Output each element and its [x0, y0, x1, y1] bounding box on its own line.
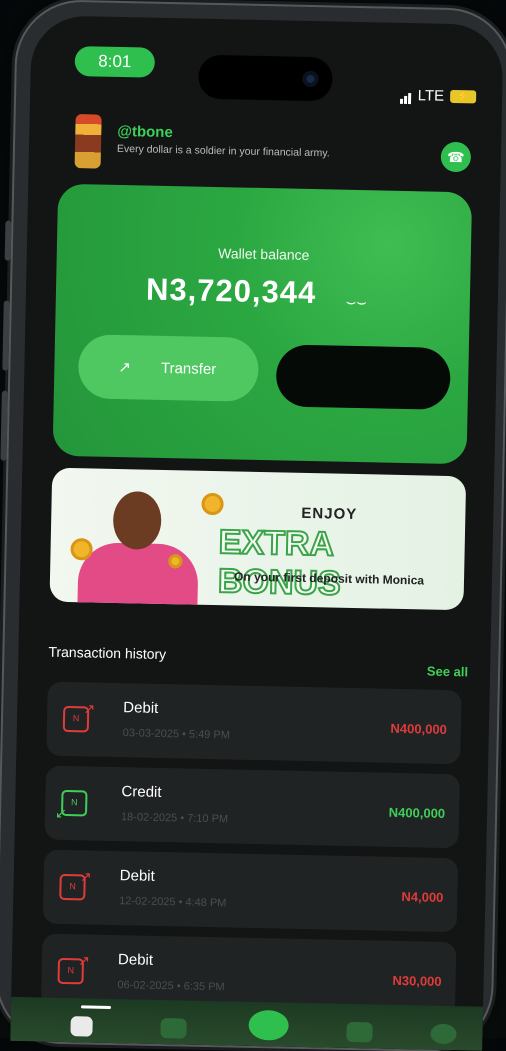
transaction-type: Debit: [123, 699, 159, 717]
transaction-list: N ↗ Debit 03-03-2025 • 5:49 PM N400,000 N…: [40, 681, 462, 1027]
credit-icon: N ↙: [55, 789, 88, 821]
user-handle: @tbone: [117, 122, 173, 142]
wallet-balance-label: Wallet balance: [217, 245, 310, 263]
camera-icon: [302, 70, 319, 88]
home-nav-icon[interactable]: [70, 1016, 93, 1037]
coin-icon: [201, 492, 224, 516]
avatar[interactable]: [74, 114, 102, 169]
side-button: [4, 220, 12, 261]
side-button: [2, 300, 10, 371]
support-headset-icon[interactable]: ☎: [440, 141, 472, 173]
transaction-date: 18-02-2025 • 7:10 PM: [120, 811, 229, 826]
hide-balance-icon[interactable]: ⌣⌣: [346, 294, 367, 312]
signal-icon: [399, 87, 412, 105]
debit-icon: N ↗: [62, 700, 95, 733]
transaction-row[interactable]: N ↗ Debit 12-02-2025 • 4:48 PM N4,000: [42, 849, 459, 933]
promo-enjoy-text: ENJOY: [301, 504, 358, 524]
transaction-row[interactable]: N ↙ Credit 18-02-2025 • 7:10 PM N400,000: [44, 765, 460, 849]
transfer-arrow-icon: ↗: [118, 359, 132, 377]
transaction-amount: N4,000: [401, 889, 444, 905]
redacted-button[interactable]: [275, 344, 451, 410]
transaction-date: 03-03-2025 • 5:49 PM: [122, 727, 231, 742]
transaction-history-title: Transaction history: [48, 643, 167, 663]
profile-nav-icon[interactable]: [430, 1023, 457, 1045]
transaction-type: Debit: [117, 951, 154, 969]
transaction-date: 06-02-2025 • 6:35 PM: [117, 979, 225, 994]
transfer-label: Transfer: [160, 359, 217, 378]
dynamic-island: [198, 54, 333, 102]
wallet-nav-icon[interactable]: [346, 1021, 373, 1043]
user-tagline: Every dollar is a soldier in your financ…: [116, 142, 330, 160]
cards-nav-icon[interactable]: [160, 1018, 187, 1039]
network-label: LTE: [417, 87, 445, 105]
debit-icon: N ↗: [57, 952, 90, 985]
promo-banner[interactable]: ENJOY EXTRA BONUS On your first deposit …: [49, 467, 467, 611]
active-tab-indicator: [80, 1005, 112, 1009]
status-time: 8:01: [74, 46, 156, 78]
transaction-date: 12-02-2025 • 4:48 PM: [119, 895, 227, 910]
promo-title: EXTRA BONUS: [217, 522, 343, 604]
transaction-amount: N400,000: [390, 720, 448, 737]
phone-frame: 8:01 LTE ⚡ @tbone Every dollar is a sold…: [0, 0, 506, 1051]
transaction-amount: N400,000: [388, 804, 446, 821]
transfer-button[interactable]: ↗ Transfer: [77, 334, 260, 402]
battery-icon: ⚡: [450, 89, 477, 104]
bottom-nav: [10, 996, 484, 1051]
see-all-link[interactable]: See all: [427, 664, 469, 680]
transaction-row[interactable]: N ↗ Debit 03-03-2025 • 5:49 PM N400,000: [46, 681, 462, 765]
status-indicators: LTE ⚡: [399, 87, 477, 106]
scan-nav-button[interactable]: [248, 1009, 289, 1041]
transaction-type: Debit: [119, 867, 155, 885]
transaction-type: Credit: [121, 783, 162, 802]
transaction-amount: N30,000: [392, 972, 442, 989]
wallet-card: Wallet balance N3,720,344 ⌣⌣ ↗ Transfer: [52, 183, 473, 465]
side-button: [0, 390, 8, 461]
wallet-balance-amount: N3,720,344: [145, 271, 317, 311]
debit-icon: N ↗: [59, 868, 92, 901]
app-screen: 8:01 LTE ⚡ @tbone Every dollar is a sold…: [10, 15, 504, 1051]
